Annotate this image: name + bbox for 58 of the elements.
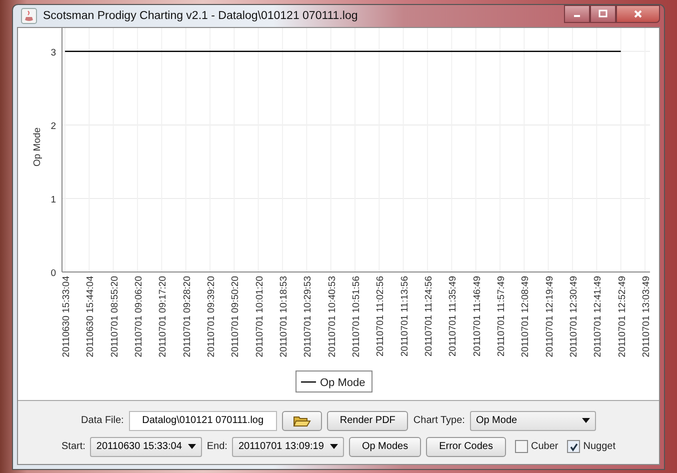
x-tick-label: 20110701 11:46:49	[472, 276, 483, 356]
close-icon	[633, 9, 643, 19]
x-tick-label: 20110701 08:55:20	[109, 276, 120, 358]
minimize-button[interactable]	[564, 5, 590, 23]
x-tick-label: 20110701 09:06:20	[134, 276, 144, 358]
x-tick-label: 20110701 11:24:56	[424, 276, 434, 356]
chart-type-label: Chart Type:	[413, 415, 465, 426]
caret-icon	[582, 418, 590, 423]
app-icon	[21, 8, 37, 24]
data-file-field[interactable]: Datalog\010121 070111.log	[128, 410, 277, 430]
x-tick-label: 20110701 11:02:56	[375, 276, 386, 356]
y-tick-label: 0	[50, 268, 56, 279]
y-tick-label: 2	[50, 120, 56, 132]
y-tick-label: 1	[50, 194, 56, 206]
x-tick-label: 20110701 09:50:20	[230, 276, 242, 358]
x-tick-label: 20110701 13:03:49	[641, 276, 652, 358]
checkbox-label: Nugget	[583, 441, 616, 452]
end-dropdown[interactable]: 20110701 13:09:19	[232, 436, 344, 456]
start-label: Start:	[62, 441, 86, 452]
x-tick-label: 20110701 10:40:53	[326, 276, 338, 358]
op-modes-button[interactable]: Op Modes	[348, 436, 422, 456]
x-tick-label: 20110701 10:01:20	[254, 276, 266, 358]
x-tick-label: 20110701 11:13:56	[399, 276, 410, 356]
folder-icon	[292, 414, 311, 428]
x-tick-label: 20110701 11:57:49	[496, 276, 507, 356]
end-label: End:	[206, 441, 228, 452]
x-tick-label: 20110630 15:33:04	[61, 276, 72, 358]
x-tick-label: 20110701 09:28:20	[182, 276, 193, 358]
checkbox[interactable]	[514, 440, 528, 453]
error-codes-button[interactable]: Error Codes	[426, 436, 506, 456]
y-axis-label: Op Mode	[32, 127, 43, 167]
x-tick-label: 20110701 09:39:20	[206, 276, 217, 358]
x-tick-label: 20110701 10:18:53	[278, 276, 290, 358]
maximize-button[interactable]	[590, 5, 616, 23]
caret-icon	[188, 444, 196, 449]
x-tick-label: 20110701 11:35:49	[448, 276, 459, 356]
data-file-label: Data File:	[81, 415, 124, 426]
x-tick-label: 20110701 09:17:20	[158, 276, 169, 358]
x-tick-label: 20110701 12:30:49	[568, 276, 580, 358]
open-file-button[interactable]	[282, 410, 322, 430]
chart-type-dropdown[interactable]: Op Mode	[470, 410, 596, 430]
start-dropdown[interactable]: 20110630 15:33:04	[90, 436, 202, 456]
x-tick-label: 20110701 12:19:49	[544, 276, 556, 358]
x-tick-label: 20110701 12:52:49	[616, 276, 628, 358]
checkbox-label: Cuber	[530, 441, 558, 452]
x-tick-label: 20110701 10:51:56	[351, 276, 362, 358]
legend-label: Op Mode	[320, 377, 366, 389]
x-tick-label: 20110701 10:29:53	[302, 276, 314, 358]
x-tick-label: 20110701 12:08:49	[520, 276, 532, 358]
window-title: Scotsman Prodigy Charting v2.1 - Datalog\010121 070111.log	[43, 10, 358, 22]
y-tick-label: 3	[50, 47, 56, 58]
checkbox[interactable]	[567, 440, 580, 453]
caret-icon	[330, 444, 338, 449]
close-button[interactable]	[616, 5, 660, 23]
x-tick-label: 20110701 12:41:49	[592, 276, 604, 358]
render-pdf-button[interactable]: Render PDF	[326, 410, 408, 430]
maximize-icon	[598, 9, 608, 19]
x-tick-label: 20110630 15:44:04	[85, 276, 96, 358]
